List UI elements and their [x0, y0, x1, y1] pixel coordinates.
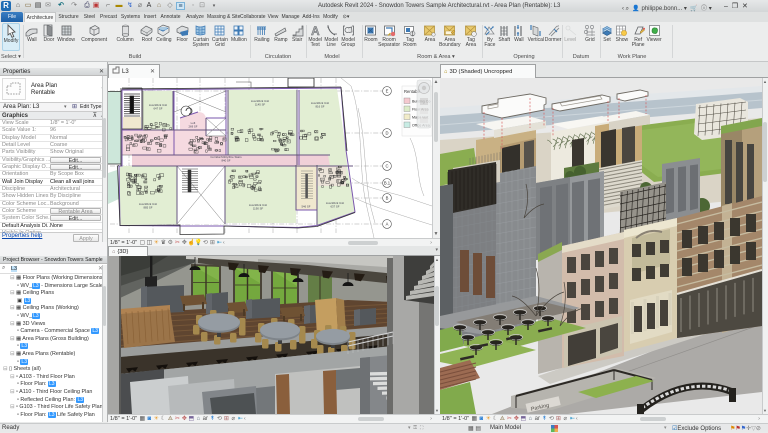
svg-text:B.1: B.1	[384, 181, 391, 186]
svg-text:1190 SF: 1190 SF	[253, 206, 264, 210]
svg-text:269 SF: 269 SF	[188, 124, 197, 128]
svg-text:816 SF: 816 SF	[315, 104, 324, 108]
svg-text:1145 SF: 1145 SF	[255, 102, 266, 106]
svg-text:1: 1	[412, 31, 415, 37]
svg-text:546 SF: 546 SF	[301, 204, 310, 208]
svg-text:637 SF: 637 SF	[330, 204, 339, 208]
svg-text:885 SF: 885 SF	[143, 205, 152, 209]
svg-text:840 SF: 840 SF	[221, 158, 230, 162]
svg-text:C: C	[385, 164, 388, 169]
svg-text:E: E	[386, 89, 389, 94]
svg-text:647 SF: 647 SF	[153, 106, 162, 110]
svg-text:B: B	[386, 196, 389, 201]
svg-text:A: A	[386, 222, 389, 227]
svg-text:D: D	[385, 131, 388, 136]
